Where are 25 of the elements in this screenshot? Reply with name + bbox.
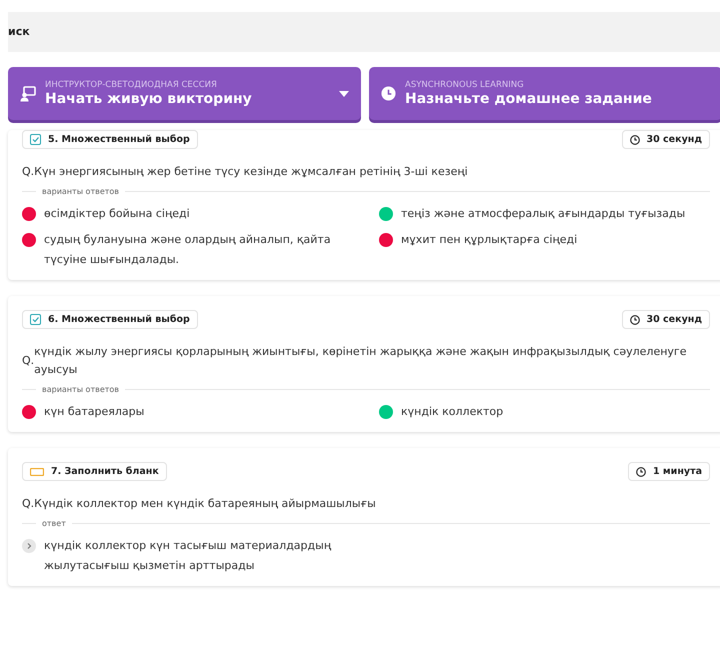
section-label: варианты ответов [42,187,120,196]
time-badge: 1 минута [628,462,710,481]
question-type-badge: 5. Множественный выбор [22,130,198,149]
answer-option: судың булануына және олардың айналып, қайта түсуіне шығындалады. [44,230,353,270]
question-prefix: Q. [22,164,34,180]
answer-option: мұхит пен құрлықтарға сіңеді [401,230,578,250]
question-type-badge: 6. Множественный выбор [22,310,198,329]
section-label: варианты ответов [42,385,120,394]
start-quiz-button[interactable]: ИНСТРУКТОР-СВЕТОДИОДНАЯ СЕССИЯ Начать живую викторину [8,67,361,120]
question-prefix: Q. [22,353,34,369]
search-field[interactable]: иск [8,12,720,52]
time-badge: 30 секунд [622,310,710,329]
answer-text: күндік коллектор күн тасығыш материалдардың жылутасығыш қызметін арттырады [44,538,332,574]
answer-option: өсімдіктер бойына сіңеді [44,204,190,224]
assign-homework-button[interactable]: ASYNCHRONOUS LEARNING Назначьте домашнее задание [369,67,720,120]
answer-option: күндік коллектор [401,402,504,422]
question-text: күндік жылу энергиясы қорларының жиынтығы, көрінетін жарыққа және жақын инфрақызылдық сәулеленуге ауысуы [34,344,688,378]
question-text: Күндік коллектор мен күндік батареяның айырмашылығы [34,496,376,512]
section-label: ответ [42,519,66,528]
time-badge: 30 секунд [622,130,710,149]
answer-option: теңіз және атмосфералық ағындарды туғызады [401,204,686,224]
answer-option: күн батареялары [44,402,144,422]
question-text: Күн энергиясының жер бетіне түсу кезінде жұмсалған ретінің 3-ші кезеңі [34,164,468,180]
question-prefix: Q. [22,496,34,512]
question-type-badge: 7. Заполнить бланк [22,462,167,481]
